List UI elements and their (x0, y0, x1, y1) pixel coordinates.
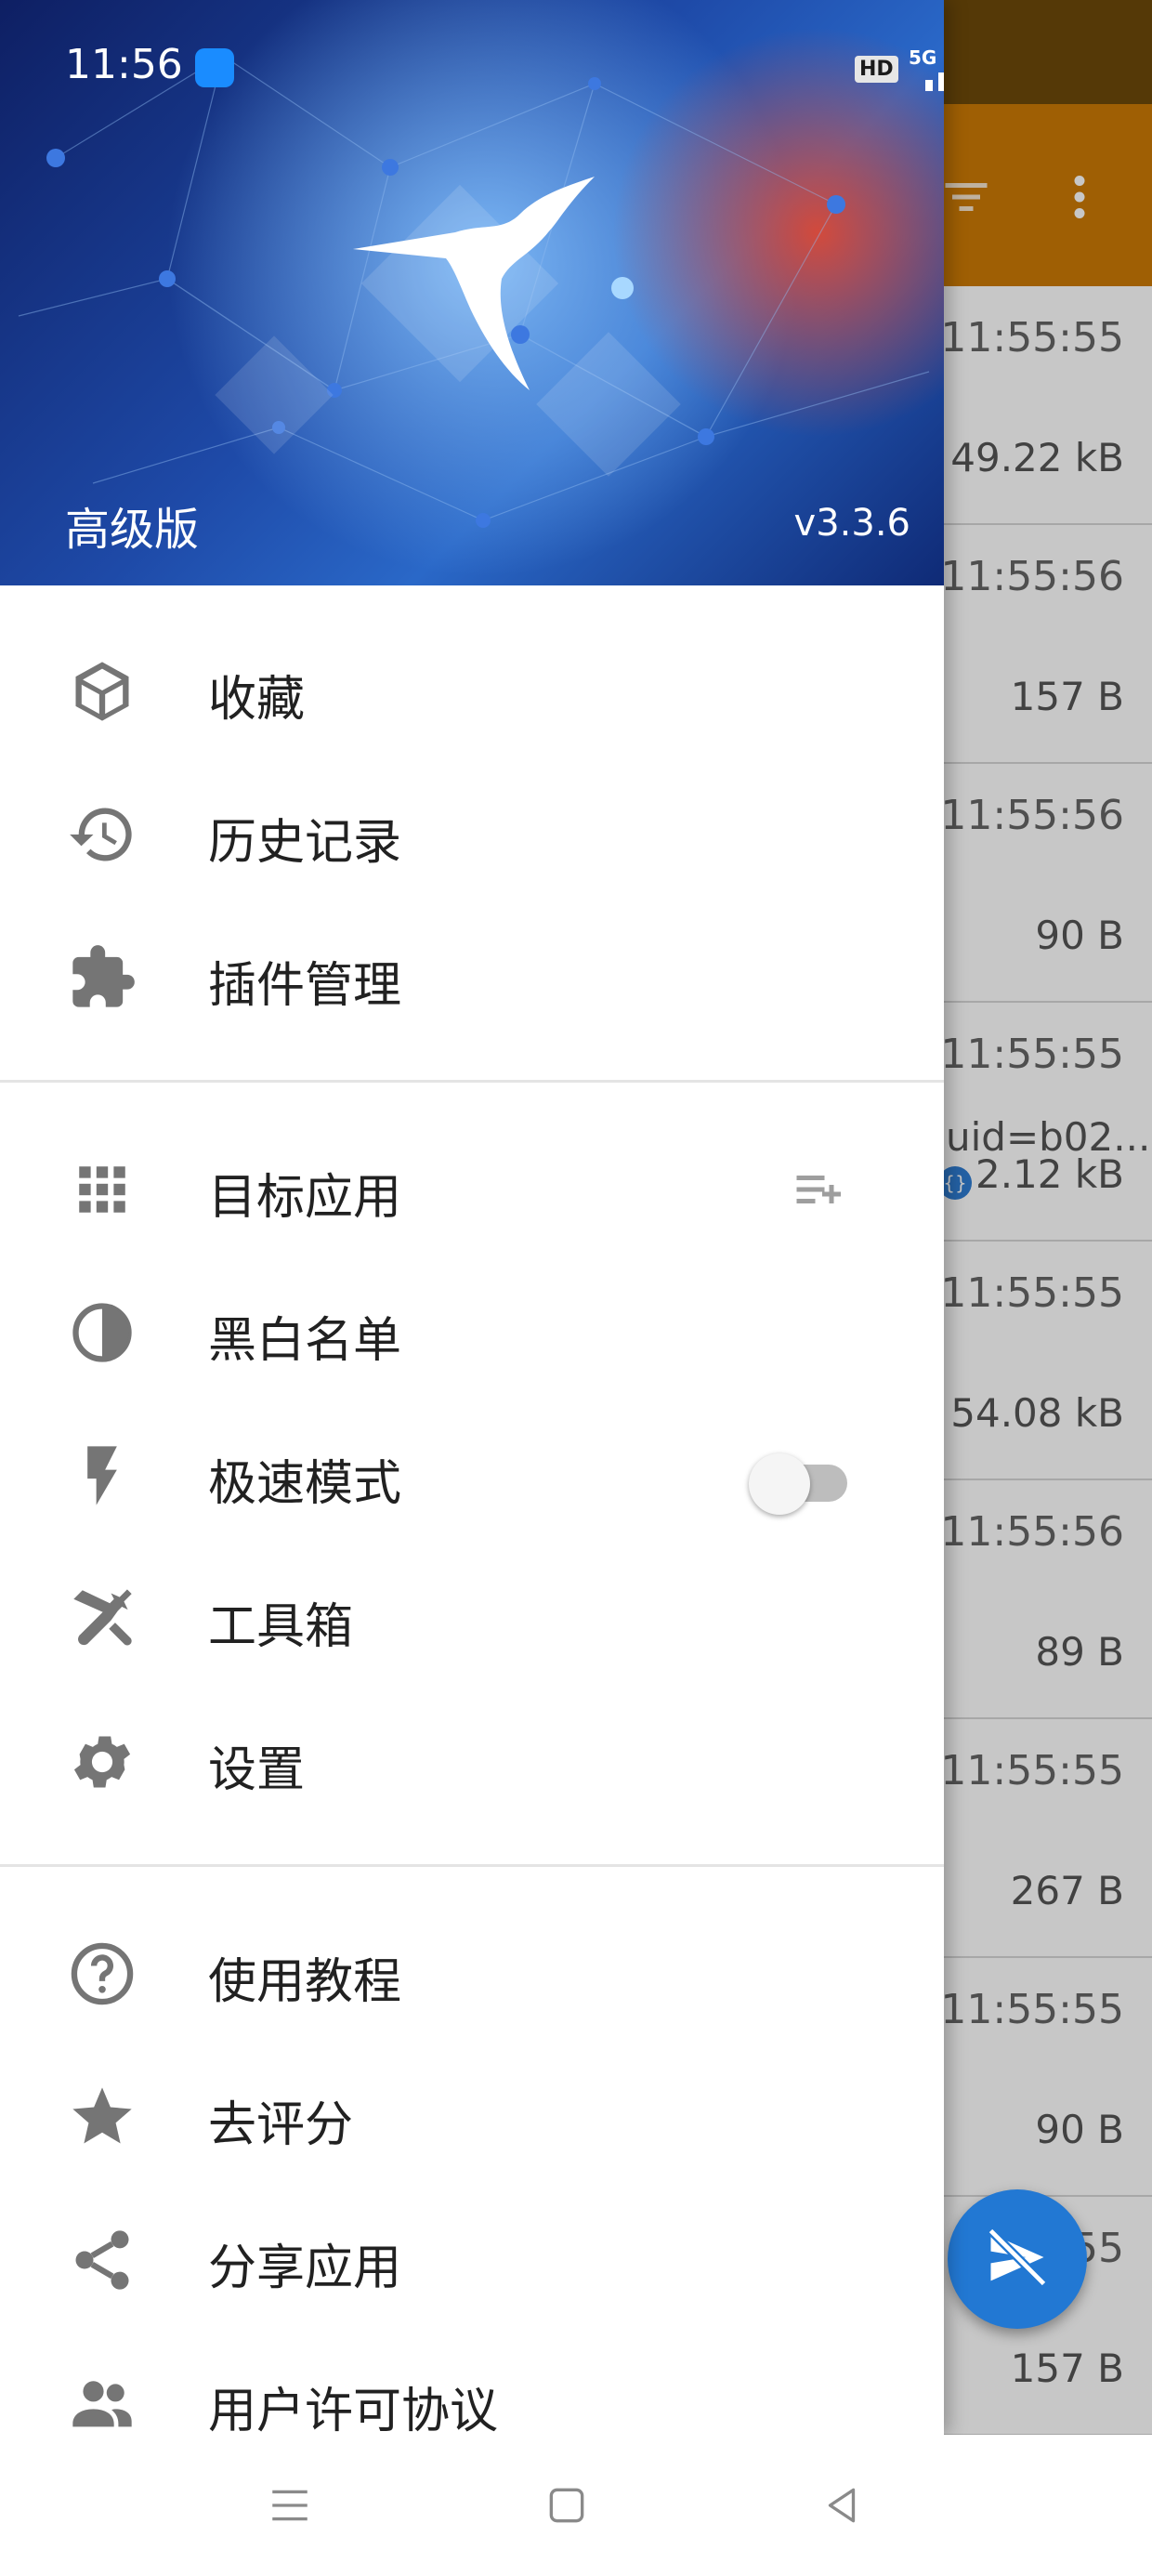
history-icon (67, 799, 137, 870)
apps-grid-icon (67, 1154, 137, 1225)
menu-group-about: 使用教程 去评分 分享应用 用户许可协议 (0, 1898, 944, 2435)
star-icon (67, 2082, 137, 2152)
menu-group-config: 目标应用 黑白名单 极速模式 工具箱 设置 (0, 1113, 944, 1829)
turbo-mode-switch[interactable] (749, 1448, 860, 1515)
system-nav-bar (0, 2435, 1152, 2576)
status-indicators: HD 5G 50 (855, 46, 944, 93)
menu-item-license[interactable]: 用户许可协议 (0, 2327, 944, 2435)
status-time: 11:56 (65, 41, 183, 88)
menu-item-rate[interactable]: 去评分 (0, 2041, 944, 2184)
menu-item-label: 目标应用 (208, 1170, 402, 1226)
menu-divider (0, 1864, 944, 1867)
cube-icon (67, 656, 137, 727)
menu-item-label: 黑白名单 (208, 1313, 402, 1369)
menu-item-label: 历史记录 (208, 815, 402, 871)
share-icon (67, 2225, 137, 2295)
version-label: v3.3.6 (793, 502, 910, 545)
menu-item-label: 收藏 (208, 672, 306, 728)
flash-icon (67, 1440, 137, 1511)
menu-item-label: 设置 (208, 1742, 306, 1798)
menu-item-label: 使用教程 (208, 1954, 402, 2010)
menu-item-share[interactable]: 分享应用 (0, 2184, 944, 2327)
menu-item-target-apps[interactable]: 目标应用 (0, 1113, 944, 1256)
menu-item-history[interactable]: 历史记录 (0, 758, 944, 901)
people-icon (67, 2368, 137, 2435)
tools-icon (67, 1584, 137, 1654)
menu-item-favorites[interactable]: 收藏 (0, 615, 944, 758)
contrast-icon (67, 1297, 137, 1368)
drawer-header: 11:56 HD 5G 50 高级版 v3.3.6 (0, 0, 944, 585)
switch-thumb (749, 1453, 810, 1515)
menu-item-label: 插件管理 (208, 958, 402, 1014)
menu-item-turbo-mode[interactable]: 极速模式 (0, 1400, 944, 1543)
paper-plane-off-icon (982, 2222, 1053, 2296)
menu-divider (0, 1080, 944, 1083)
help-icon (67, 1939, 137, 2009)
menu-item-plugins[interactable]: 插件管理 (0, 901, 944, 1045)
edition-label: 高级版 (65, 504, 200, 556)
send-request-fab[interactable] (948, 2189, 1087, 2329)
menu-item-tutorial[interactable]: 使用教程 (0, 1898, 944, 2041)
playlist-add-icon[interactable] (790, 1162, 845, 1221)
menu-item-label: 去评分 (208, 2097, 354, 2153)
menu-group-primary: 收藏 历史记录 插件管理 (0, 615, 944, 1045)
notification-app-icon (195, 48, 234, 87)
hummingbird-logo-icon (344, 167, 604, 413)
navigation-drawer: 11:56 HD 5G 50 高级版 v3.3.6 收藏 历史记录 (0, 0, 944, 2435)
back-nav-icon[interactable] (814, 2477, 870, 2533)
gear-icon (67, 1727, 137, 1797)
menu-item-toolbox[interactable]: 工具箱 (0, 1543, 944, 1686)
menu-item-label: 工具箱 (208, 1599, 354, 1655)
hd-badge: HD (855, 56, 898, 83)
menu-item-blacklist[interactable]: 黑白名单 (0, 1256, 944, 1400)
menu-item-label: 极速模式 (208, 1456, 402, 1512)
menu-item-label: 用户许可协议 (208, 2384, 499, 2435)
menu-item-settings[interactable]: 设置 (0, 1686, 944, 1829)
menu-nav-icon[interactable] (262, 2477, 318, 2533)
home-nav-icon[interactable] (539, 2477, 595, 2533)
puzzle-icon (67, 942, 137, 1013)
menu-item-label: 分享应用 (208, 2241, 402, 2296)
signal-icon (923, 54, 944, 95)
